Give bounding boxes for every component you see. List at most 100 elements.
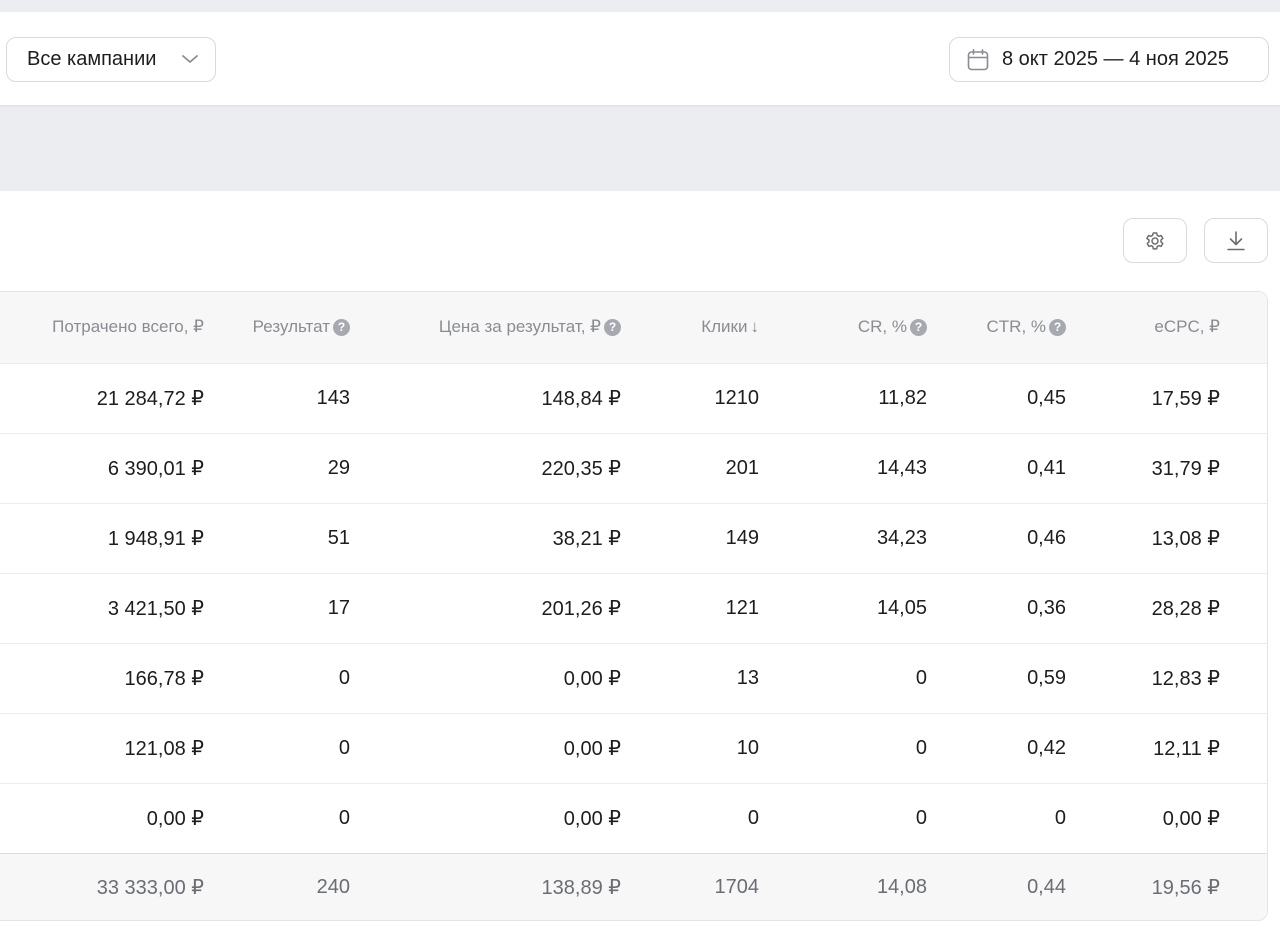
- table-row[interactable]: 0,00 ₽ 0 0,00 ₽ 0 0 0 0,00 ₽: [0, 783, 1267, 853]
- cell-spent: 3 421,50 ₽: [107, 597, 204, 620]
- cell-spent: 1 948,91 ₽: [107, 527, 204, 550]
- column-header-label: Потрачено всего, ₽: [52, 317, 204, 337]
- cell-clicks: 1210: [714, 386, 760, 409]
- total-spent: 33 333,00 ₽: [96, 876, 204, 899]
- table-row[interactable]: 121,08 ₽ 0 0,00 ₽ 10 0 0,42 12,11 ₽: [0, 713, 1267, 783]
- totals-row: 33 333,00 ₽ 240 138,89 ₽ 1704 14,08 0,44…: [0, 853, 1267, 920]
- column-header-label: Цена за результат, ₽: [438, 317, 601, 337]
- cell-spent: 6 390,01 ₽: [107, 457, 204, 480]
- cell-ecpc: 12,11 ₽: [1153, 737, 1220, 760]
- campaign-select[interactable]: Все кампании: [6, 37, 216, 82]
- column-header-spent[interactable]: Потрачено всего, ₽: [0, 292, 204, 363]
- cell-clicks: 201: [725, 456, 759, 479]
- cell-cr: 14,43: [876, 456, 927, 479]
- cell-cost-per-result: 0,00 ₽: [563, 807, 621, 830]
- cell-cost-per-result: 148,84 ₽: [541, 387, 621, 410]
- column-header-label: eCPC, ₽: [1154, 317, 1220, 337]
- column-header-ctr[interactable]: CTR, %?: [927, 292, 1066, 363]
- cell-spacer: [1220, 643, 1267, 713]
- column-header-cr[interactable]: CR, %?: [759, 292, 927, 363]
- cell-result: 0: [338, 666, 350, 689]
- cell-clicks: 0: [747, 806, 759, 829]
- stats-table: Потрачено всего, ₽ Результат? Цена за ре…: [0, 292, 1267, 920]
- cell-result: 29: [327, 456, 350, 479]
- cell-result: 0: [338, 736, 350, 759]
- table-row[interactable]: 21 284,72 ₽ 143 148,84 ₽ 1210 11,82 0,45…: [0, 363, 1267, 433]
- help-icon[interactable]: ?: [604, 319, 621, 337]
- column-header-label: Результат: [252, 317, 330, 337]
- download-icon: [1227, 230, 1245, 250]
- cell-cr: 14,05: [876, 596, 927, 619]
- filter-bar: Все кампании 8 окт 2025 — 4 ноя 2025: [0, 12, 1280, 106]
- cell-cost-per-result: 0,00 ₽: [563, 737, 621, 760]
- total-result: 240: [316, 875, 350, 898]
- cell-spacer: [1220, 853, 1267, 920]
- help-icon[interactable]: ?: [1049, 319, 1066, 337]
- help-icon[interactable]: ?: [910, 319, 927, 337]
- table-row[interactable]: 6 390,01 ₽ 29 220,35 ₽ 201 14,43 0,41 31…: [0, 433, 1267, 503]
- cell-cost-per-result: 220,35 ₽: [541, 457, 621, 480]
- cell-ctr: 0,46: [1027, 526, 1066, 549]
- cell-ctr: 0: [1054, 806, 1066, 829]
- column-spacer: [1220, 292, 1267, 363]
- total-clicks: 1704: [714, 875, 760, 898]
- cell-cost-per-result: 0,00 ₽: [563, 667, 621, 690]
- table-row[interactable]: 1 948,91 ₽ 51 38,21 ₽ 149 34,23 0,46 13,…: [0, 503, 1267, 573]
- cell-result: 17: [327, 596, 350, 619]
- cell-cr: 11,82: [878, 386, 927, 409]
- cell-spacer: [1220, 433, 1267, 503]
- column-header-label: Клики: [701, 317, 748, 337]
- cell-spent: 21 284,72 ₽: [96, 387, 204, 410]
- date-range-picker[interactable]: 8 окт 2025 — 4 ноя 2025: [949, 37, 1269, 82]
- total-ctr: 0,44: [1027, 875, 1066, 898]
- cell-clicks: 13: [736, 666, 759, 689]
- table-row[interactable]: 166,78 ₽ 0 0,00 ₽ 13 0 0,59 12,83 ₽: [0, 643, 1267, 713]
- table-row[interactable]: 3 421,50 ₽ 17 201,26 ₽ 121 14,05 0,36 28…: [0, 573, 1267, 643]
- cell-spacer: [1220, 363, 1267, 433]
- help-icon[interactable]: ?: [333, 319, 350, 337]
- cell-spacer: [1220, 573, 1267, 643]
- section-divider: [0, 107, 1280, 191]
- column-header-ecpc[interactable]: eCPC, ₽: [1066, 292, 1220, 363]
- cell-ecpc: 17,59 ₽: [1151, 387, 1220, 410]
- cell-clicks: 149: [725, 526, 759, 549]
- total-cost-per-result: 138,89 ₽: [541, 876, 621, 899]
- stats-table-container: Потрачено всего, ₽ Результат? Цена за ре…: [0, 291, 1268, 921]
- cell-spent: 0,00 ₽: [146, 807, 204, 830]
- stats-panel: Потрачено всего, ₽ Результат? Цена за ре…: [0, 191, 1280, 936]
- cell-ctr: 0,59: [1027, 666, 1066, 689]
- cell-spacer: [1220, 713, 1267, 783]
- cell-ecpc: 31,79 ₽: [1151, 457, 1220, 480]
- cell-result: 143: [316, 386, 350, 409]
- cell-ctr: 0,36: [1027, 596, 1066, 619]
- cell-spacer: [1220, 503, 1267, 573]
- cell-cr: 0: [915, 666, 927, 689]
- cell-cost-per-result: 201,26 ₽: [541, 597, 621, 620]
- total-cr: 14,08: [876, 875, 927, 898]
- cell-spent: 121,08 ₽: [124, 737, 204, 760]
- cell-spacer: [1220, 783, 1267, 853]
- cell-cost-per-result: 38,21 ₽: [552, 527, 621, 550]
- cell-cr: 0: [915, 736, 927, 759]
- cell-ecpc: 12,83 ₽: [1151, 667, 1220, 690]
- gear-icon: [1146, 231, 1164, 250]
- cell-ctr: 0,42: [1027, 736, 1066, 759]
- cell-result: 51: [327, 526, 350, 549]
- top-strip: [0, 0, 1280, 12]
- cell-ctr: 0,45: [1027, 386, 1066, 409]
- campaign-select-label: Все кампании: [27, 48, 157, 70]
- total-ecpc: 19,56 ₽: [1151, 876, 1220, 899]
- date-range-label: 8 окт 2025 — 4 ноя 2025: [1002, 48, 1229, 70]
- column-header-clicks[interactable]: Клики ↓: [621, 292, 759, 363]
- cell-clicks: 10: [736, 736, 759, 759]
- column-header-cost-per-result[interactable]: Цена за результат, ₽?: [350, 292, 621, 363]
- chevron-down-icon: [182, 55, 198, 63]
- cell-ctr: 0,41: [1027, 456, 1066, 479]
- cell-ecpc: 28,28 ₽: [1151, 597, 1220, 620]
- cell-ecpc: 13,08 ₽: [1151, 527, 1220, 550]
- sort-desc-icon: ↓: [750, 317, 760, 337]
- calendar-icon: [967, 48, 989, 70]
- download-button[interactable]: [1204, 218, 1268, 263]
- column-header-result[interactable]: Результат?: [204, 292, 350, 363]
- table-settings-button[interactable]: [1123, 218, 1187, 263]
